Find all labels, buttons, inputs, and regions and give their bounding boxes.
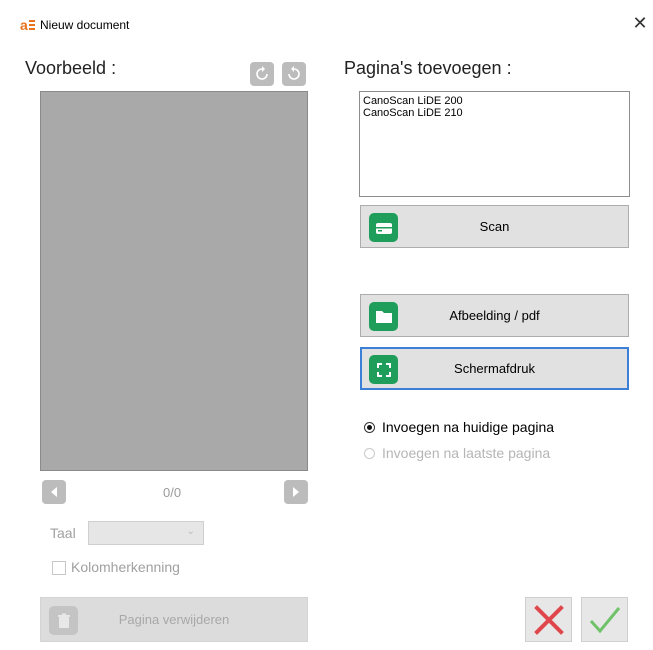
window-title: Nieuw document xyxy=(40,18,130,32)
radio-selected[interactable] xyxy=(364,421,375,433)
list-item[interactable]: CanoScan LiDE 200 xyxy=(363,95,626,107)
scan-button[interactable]: Scan xyxy=(360,205,629,248)
checkmark-icon xyxy=(589,606,620,633)
cancel-button[interactable] xyxy=(525,597,572,642)
screenshot-button[interactable]: Schermafdruk xyxy=(360,347,629,390)
insert-after-current-radio[interactable]: Invoegen na huidige pagina xyxy=(364,419,554,435)
title-bar: a Nieuw document ✕ xyxy=(0,0,653,40)
chevron-down-icon: ⌄ xyxy=(186,526,195,537)
scanner-list[interactable]: CanoScan LiDE 200 CanoScan LiDE 210 xyxy=(359,91,630,197)
page-preview xyxy=(40,91,308,471)
screenshot-label: Schermafdruk xyxy=(454,361,535,376)
rotate-right-icon[interactable] xyxy=(250,62,274,86)
close-icon[interactable]: ✕ xyxy=(629,13,651,34)
column-detection-checkbox[interactable] xyxy=(52,561,66,575)
preview-heading: Voorbeeld : xyxy=(25,58,117,78)
language-label: Taal xyxy=(50,525,76,541)
scan-label: Scan xyxy=(479,219,510,234)
app-logo-icon: a xyxy=(20,17,35,33)
add-pages-heading: Pagina's toevoegen : xyxy=(344,58,512,78)
list-item[interactable]: CanoScan LiDE 210 xyxy=(363,107,626,119)
image-pdf-button[interactable]: Afbeelding / pdf xyxy=(360,294,629,337)
image-pdf-label: Afbeelding / pdf xyxy=(449,308,540,323)
insert-after-last-radio[interactable]: Invoegen na laatste pagina xyxy=(364,445,550,461)
column-detection-label: Kolomherkenning xyxy=(71,559,180,575)
insert-after-current-label: Invoegen na huidige pagina xyxy=(382,419,555,435)
rotate-left-icon[interactable] xyxy=(282,62,306,86)
cross-icon xyxy=(533,604,564,635)
ok-button[interactable] xyxy=(581,597,628,642)
radio-unselected[interactable] xyxy=(364,447,375,459)
language-select[interactable]: ⌄ xyxy=(88,521,204,545)
next-page-icon[interactable] xyxy=(284,480,308,504)
delete-page-label: Pagina verwijderen xyxy=(118,612,230,627)
page-counter: 0/0 xyxy=(163,485,182,500)
svg-text:a: a xyxy=(20,17,28,33)
previous-page-icon[interactable] xyxy=(42,480,66,504)
insert-after-last-label: Invoegen na laatste pagina xyxy=(382,445,551,461)
delete-page-button[interactable]: Pagina verwijderen xyxy=(40,597,308,642)
